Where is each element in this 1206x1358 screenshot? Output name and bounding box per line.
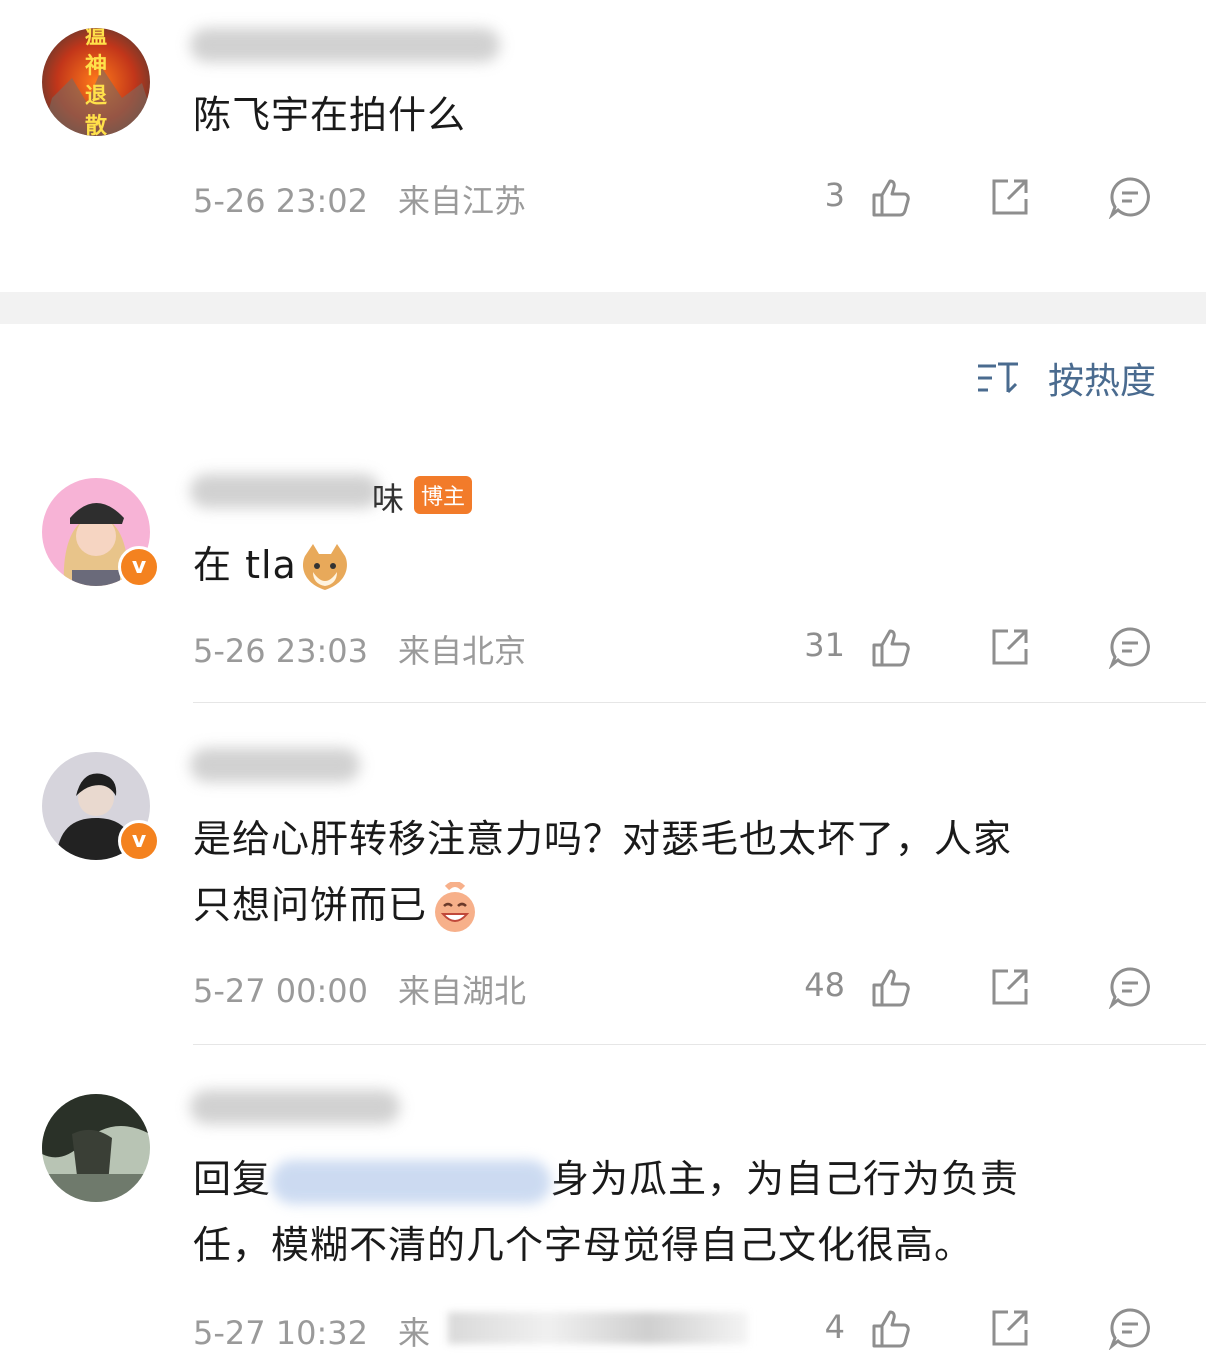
comment-time: 5-27 10:32 bbox=[193, 1314, 369, 1352]
comment-text: 只想问饼而已 bbox=[193, 872, 481, 938]
verified-badge: v bbox=[118, 546, 160, 588]
avatar-text: 瘟 bbox=[84, 28, 107, 49]
blogger-tag: 博主 bbox=[414, 476, 473, 514]
repost-icon[interactable] bbox=[988, 175, 1032, 219]
username-blurred[interactable] bbox=[190, 748, 360, 782]
comment-meta: 5-27 10:32 来 bbox=[193, 1308, 430, 1354]
section-divider bbox=[0, 292, 1206, 324]
comment-time: 5-26 23:03 bbox=[193, 632, 369, 670]
avatar-text: 退 bbox=[84, 84, 107, 109]
avatar[interactable] bbox=[42, 1094, 150, 1202]
thumbs-up-icon[interactable] bbox=[870, 625, 914, 669]
like-count: 3 bbox=[824, 176, 845, 214]
laugh-emoji-icon bbox=[429, 880, 481, 934]
reply-prefix: 回复 bbox=[193, 1157, 272, 1201]
like-count: 31 bbox=[804, 626, 845, 664]
username-blurred[interactable] bbox=[190, 28, 500, 62]
comment-location: 来 bbox=[398, 1314, 431, 1352]
repost-icon[interactable] bbox=[988, 1306, 1032, 1350]
comment-text-line: 是给心肝转移注意力吗？对瑟毛也太坏了，人家 bbox=[193, 817, 1013, 861]
avatar-text: 神 bbox=[84, 54, 107, 79]
comment-meta: 5-26 23:03 来自北京 bbox=[193, 626, 526, 672]
comment-text: 回复 身为瓜主，为自己行为负责 bbox=[193, 1146, 1019, 1212]
comment-divider bbox=[193, 1044, 1206, 1045]
repost-icon[interactable] bbox=[988, 625, 1032, 669]
like-count: 4 bbox=[824, 1308, 845, 1346]
comment-location: 来自北京 bbox=[398, 632, 527, 670]
comment-meta: 5-26 23:02 来自江苏 bbox=[193, 176, 526, 222]
comment-icon[interactable] bbox=[1108, 625, 1152, 669]
avatar-text: 散 bbox=[84, 114, 107, 136]
cat-emoji-icon bbox=[299, 542, 351, 594]
sort-icon bbox=[976, 356, 1020, 400]
comment-text-line: 任，模糊不清的几个字母觉得自己文化很高。 bbox=[193, 1223, 974, 1267]
comment-location: 来自湖北 bbox=[398, 972, 527, 1010]
comment-location: 来自江苏 bbox=[398, 182, 527, 220]
verified-badge: v bbox=[118, 820, 160, 862]
comment-icon[interactable] bbox=[1108, 175, 1152, 219]
repost-icon[interactable] bbox=[988, 965, 1032, 1009]
comment-text: 在 tla bbox=[193, 532, 351, 598]
comment-text-line: 只想问饼而已 bbox=[193, 883, 428, 927]
comment-time: 5-27 00:00 bbox=[193, 972, 369, 1010]
comment-divider bbox=[193, 702, 1206, 703]
comment-text: 陈飞宇在拍什么 bbox=[193, 93, 467, 137]
comment-time: 5-26 23:02 bbox=[193, 182, 369, 220]
comment-text-content: 在 tla bbox=[193, 543, 297, 587]
thumbs-up-icon[interactable] bbox=[870, 965, 914, 1009]
thumbs-up-icon[interactable] bbox=[870, 1306, 914, 1350]
comment-meta: 5-27 00:00 来自湖北 bbox=[193, 966, 526, 1012]
comment-icon[interactable] bbox=[1108, 1306, 1152, 1350]
username-tail: 味 bbox=[372, 480, 405, 518]
username-blurred[interactable] bbox=[190, 474, 380, 508]
mention-link-blurred[interactable] bbox=[271, 1159, 552, 1204]
comment-icon[interactable] bbox=[1108, 965, 1152, 1009]
location-blurred bbox=[448, 1312, 748, 1344]
sort-label: 按热度 bbox=[1048, 361, 1157, 402]
sort-control[interactable]: 按热度 bbox=[976, 352, 1156, 404]
comment-text-line: 身为瓜主，为自己行为负责 bbox=[551, 1157, 1020, 1201]
like-count: 48 bbox=[804, 966, 845, 1004]
thumbs-up-icon[interactable] bbox=[870, 175, 914, 219]
username-blurred[interactable] bbox=[190, 1090, 400, 1124]
avatar[interactable]: 瘟 神 退 散 bbox=[42, 28, 150, 136]
